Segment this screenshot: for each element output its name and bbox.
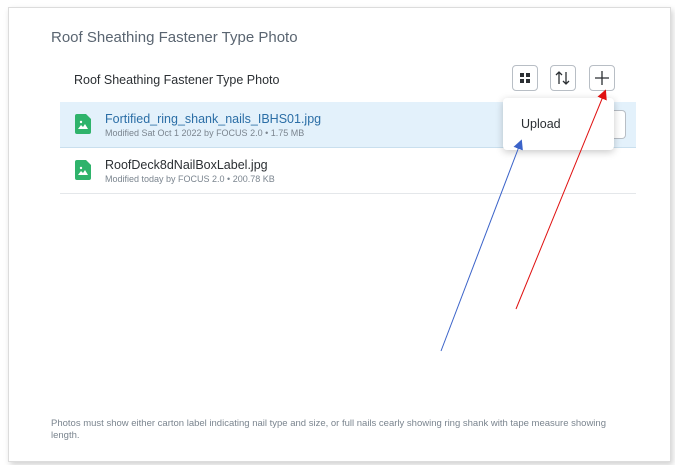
file-meta: Modified Sat Oct 1 2022 by FOCUS 2.0 • 1… — [105, 128, 305, 138]
plus-icon — [595, 71, 609, 85]
sort-icon — [555, 71, 570, 85]
add-menu-dropdown: Upload — [503, 98, 614, 150]
file-row[interactable]: RoofDeck8dNailBoxLabel.jpg Modified toda… — [60, 148, 636, 194]
grid-view-icon — [520, 73, 530, 83]
file-meta: Modified today by FOCUS 2.0 • 200.78 KB — [105, 174, 275, 184]
file-name[interactable]: RoofDeck8dNailBoxLabel.jpg — [105, 158, 268, 172]
sort-button[interactable] — [550, 65, 576, 91]
image-file-icon — [75, 114, 91, 134]
panel-title: Roof Sheathing Fastener Type Photo — [74, 73, 280, 87]
grid-view-button[interactable] — [512, 65, 538, 91]
upload-menu-item[interactable]: Upload — [521, 117, 561, 131]
section-title: Roof Sheathing Fastener Type Photo — [51, 29, 298, 46]
photo-requirements-note: Photos must show either carton label ind… — [51, 418, 606, 441]
image-file-icon — [75, 160, 91, 180]
file-name[interactable]: Fortified_ring_shank_nails_IBHS01.jpg — [105, 112, 321, 126]
add-button[interactable] — [589, 65, 615, 91]
